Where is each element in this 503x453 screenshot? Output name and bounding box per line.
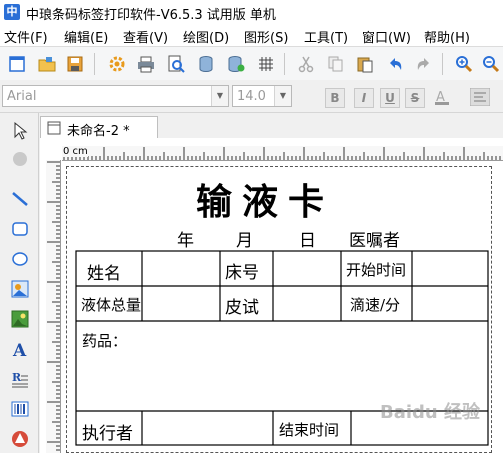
skin-test-label[interactable]: 皮试 [225, 293, 259, 318]
menu-file[interactable]: 文件(F) [4, 27, 48, 46]
toolbar-separator [442, 53, 443, 75]
left-tool-palette: A R [0, 113, 39, 453]
qrcode-tool-icon[interactable] [10, 429, 30, 449]
start-time-label[interactable]: 开始时间 [346, 259, 406, 280]
print-icon[interactable] [137, 55, 155, 73]
font-family-value: Arial [7, 89, 37, 104]
grid-icon[interactable] [257, 55, 275, 73]
svg-text:A: A [12, 341, 27, 359]
bed-label[interactable]: 床号 [225, 258, 259, 283]
print-preview-icon[interactable] [167, 55, 185, 73]
cut-icon[interactable] [297, 55, 315, 73]
horizontal-ruler: 0 cm [62, 146, 503, 161]
save-icon[interactable] [66, 55, 84, 73]
underline-button[interactable]: U [380, 88, 400, 108]
app-logo-icon: 中 [4, 4, 20, 20]
database-icon[interactable] [197, 55, 215, 73]
redo-icon[interactable] [415, 55, 433, 73]
settings-gear-icon[interactable] [108, 55, 126, 73]
bold-button[interactable]: B [325, 88, 345, 108]
zoom-in-icon[interactable] [455, 55, 473, 73]
end-time-label[interactable]: 结束时间 [279, 419, 339, 440]
card-title[interactable]: 输液卡 [190, 173, 340, 225]
date-month[interactable]: 月 [236, 226, 253, 251]
align-left-icon[interactable] [470, 88, 490, 106]
open-folder-icon[interactable] [38, 55, 56, 73]
font-size-value: 14.0 [237, 89, 266, 104]
menu-help[interactable]: 帮助(H) [424, 27, 470, 46]
menu-bar: 文件(F) 编辑(E) 查看(V) 绘图(D) 图形(S) 工具(T) 窗口(W… [0, 24, 503, 46]
image-tool-icon[interactable] [10, 279, 30, 299]
title-bar: 中 中琅条码标签打印软件-V6.5.3 试用版 单机 [0, 0, 503, 24]
line-tool-icon[interactable] [10, 189, 30, 209]
copy-icon[interactable] [327, 55, 345, 73]
barcode-tool-icon[interactable] [10, 399, 30, 419]
vertical-ruler [46, 160, 61, 453]
ellipse-tool-icon[interactable] [10, 249, 30, 269]
new-file-icon[interactable] [8, 55, 26, 73]
text-color-icon[interactable]: A [434, 88, 454, 106]
ruler-ticks [63, 147, 501, 160]
picture-tool-icon[interactable] [10, 309, 30, 329]
name-label[interactable]: 姓名 [87, 259, 121, 284]
select-arrow-icon[interactable] [10, 121, 30, 141]
format-toolbar: Arial ▼ 14.0 ▼ B I U S A [0, 80, 503, 113]
database-settings-icon[interactable] [227, 55, 245, 73]
toolbar-separator [284, 53, 285, 75]
menu-tools[interactable]: 工具(T) [304, 27, 348, 46]
font-size-select[interactable]: 14.0 ▼ [232, 85, 292, 107]
font-family-select[interactable]: Arial ▼ [2, 85, 229, 107]
pan-icon[interactable] [10, 149, 30, 169]
menu-draw[interactable]: 绘图(D) [183, 27, 229, 46]
drip-rate-label[interactable]: 滴速/分 [350, 294, 400, 315]
ruler-unit-label: 0 cm [63, 146, 88, 157]
menu-view[interactable]: 查看(V) [123, 27, 168, 46]
date-day[interactable]: 日 [299, 226, 316, 251]
toolbar-separator [94, 53, 95, 75]
italic-button[interactable]: I [354, 88, 374, 108]
undo-icon[interactable] [386, 55, 404, 73]
zoom-out-icon[interactable] [482, 55, 500, 73]
doctor-label[interactable]: 医嘱者 [349, 226, 400, 251]
tab-document-label: 未命名-2 * [67, 124, 130, 139]
main-toolbar [0, 46, 503, 82]
svg-text:R: R [12, 371, 22, 384]
strikethrough-button[interactable]: S [405, 88, 425, 108]
menu-edit[interactable]: 编辑(E) [64, 27, 108, 46]
menu-window[interactable]: 窗口(W) [362, 27, 411, 46]
rich-text-tool-icon[interactable]: R [10, 369, 30, 389]
document-icon [47, 121, 61, 135]
chevron-down-icon[interactable]: ▼ [274, 86, 291, 106]
date-year[interactable]: 年 [177, 226, 194, 251]
paste-icon[interactable] [356, 55, 374, 73]
executor-label[interactable]: 执行者 [82, 419, 133, 444]
chevron-down-icon[interactable]: ▼ [211, 86, 228, 106]
total-volume-label[interactable]: 液体总量 [81, 294, 141, 315]
text-tool-icon[interactable]: A [10, 339, 30, 359]
menu-shape[interactable]: 图形(S) [244, 27, 288, 46]
medicine-label[interactable]: 药品： [82, 330, 127, 351]
window-title: 中琅条码标签打印软件-V6.5.3 试用版 单机 [26, 8, 276, 23]
ruler-ticks [47, 161, 60, 451]
rounded-rect-tool-icon[interactable] [10, 219, 30, 239]
watermark: Baidu 经验 [380, 402, 481, 423]
tab-document[interactable]: 未命名-2 * [40, 116, 158, 139]
